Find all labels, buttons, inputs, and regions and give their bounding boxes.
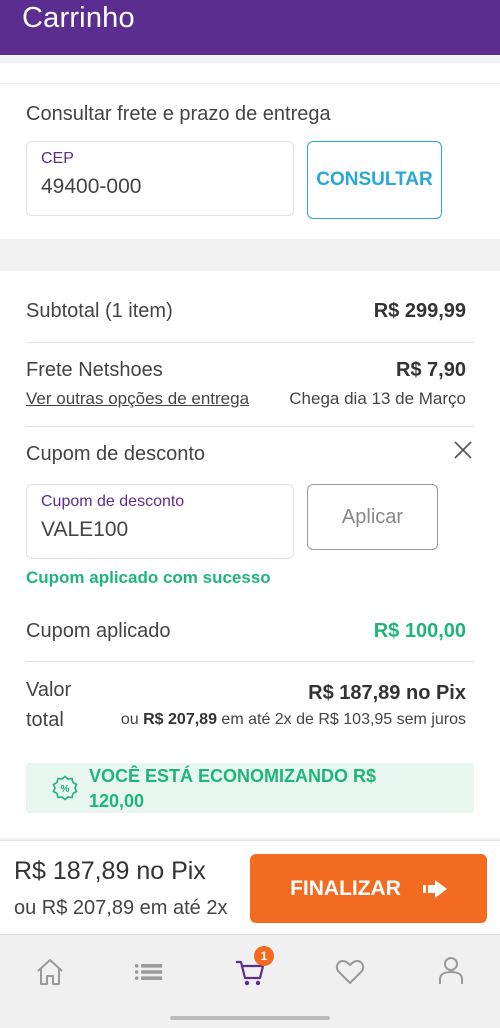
footer-pix-price: R$ 187,89 no Pix xyxy=(14,857,206,885)
spacer-card xyxy=(0,63,500,83)
cep-label: CEP xyxy=(41,150,74,167)
frete-label: Frete Netshoes xyxy=(26,359,163,381)
checkout-bar: R$ 187,89 no Pix ou R$ 207,89 em até 2x … xyxy=(0,840,500,934)
menu-icon[interactable] xyxy=(134,957,164,987)
discount-badge-icon: % xyxy=(52,775,78,801)
cep-value: 49400-000 xyxy=(41,175,142,198)
cep-input[interactable]: CEP 49400-000 xyxy=(26,141,294,216)
cupom-title: Cupom de desconto xyxy=(26,443,206,465)
divider xyxy=(26,426,474,427)
other-delivery-options-link[interactable]: Ver outras opções de entrega xyxy=(26,389,249,409)
app-header: Carrinho xyxy=(0,0,500,55)
page-title: Carrinho xyxy=(22,2,135,34)
cupom-aplicado-value: R$ 100,00 xyxy=(373,620,466,642)
svg-text:%: % xyxy=(61,784,70,795)
heart-icon[interactable] xyxy=(335,957,365,987)
subtotal-value: R$ 299,99 xyxy=(373,300,466,322)
finalizar-button[interactable]: FINALIZAR xyxy=(250,854,487,923)
installments-suffix: em até 2x de R$ 103,95 sem juros xyxy=(221,711,466,728)
divider xyxy=(26,342,474,343)
cupom-field-label: Cupom de desconto xyxy=(41,493,185,510)
frete-value: R$ 7,90 xyxy=(395,359,466,381)
saving-banner: % VOCÊ ESTÁ ECONOMIZANDO R$ 120,00 xyxy=(26,763,474,813)
cart-count-badge: 1 xyxy=(254,946,274,966)
arrow-right-icon xyxy=(422,879,447,898)
saving-text: VOCÊ ESTÁ ECONOMIZANDO R$ 120,00 xyxy=(89,766,377,811)
installments-total: R$ 207,89 xyxy=(143,711,217,728)
total-label-line2: total xyxy=(26,709,64,731)
divider xyxy=(26,661,474,662)
footer-installments: ou R$ 207,89 em até 2x xyxy=(14,897,228,919)
cupom-aplicado-label: Cupom aplicado xyxy=(26,620,171,642)
subtotal-label: Subtotal (1 item) xyxy=(26,300,173,322)
consultar-button[interactable]: CONSULTAR xyxy=(307,141,442,219)
installments-prefix: ou xyxy=(120,711,139,728)
home-indicator[interactable] xyxy=(170,1016,330,1020)
home-icon[interactable] xyxy=(35,957,65,987)
cupom-success-message: Cupom aplicado com sucesso xyxy=(26,568,271,587)
total-pix-price: R$ 187,89 no Pix xyxy=(308,682,466,704)
frete-title: Consultar frete e prazo de entrega xyxy=(26,103,331,125)
user-icon[interactable] xyxy=(436,955,466,985)
total-label-line1: Valor xyxy=(26,679,72,701)
delivery-date: Chega dia 13 de Março xyxy=(289,389,466,408)
finalizar-label: FINALIZAR xyxy=(290,876,401,900)
aplicar-button[interactable]: Aplicar xyxy=(307,484,438,550)
cupom-input[interactable]: Cupom de desconto VALE100 xyxy=(26,484,294,559)
close-icon[interactable] xyxy=(452,439,474,461)
total-installments: ou R$ 207,89 em até 2x de R$ 103,95 sem … xyxy=(121,711,466,729)
cupom-value: VALE100 xyxy=(41,518,129,541)
